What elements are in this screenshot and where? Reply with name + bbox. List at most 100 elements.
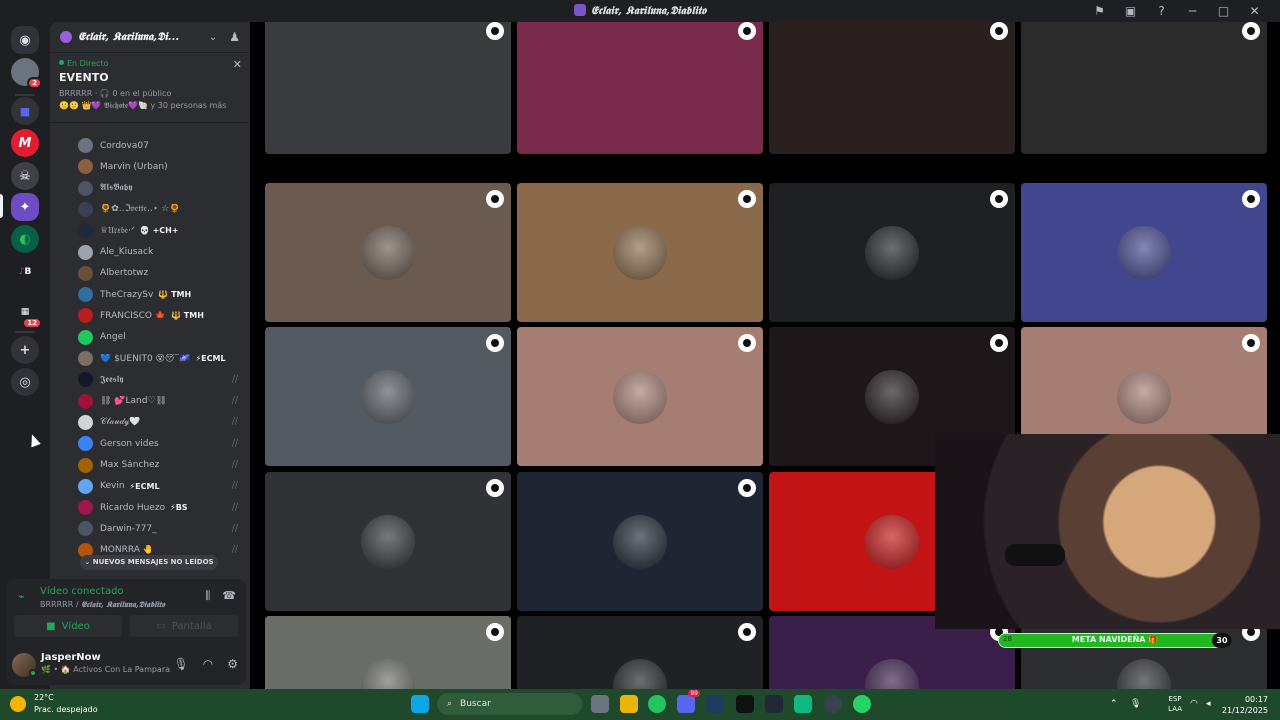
new-messages-button[interactable]: ⌄ NUEVOS MENSAJES NO LEÍDOS [80,555,218,570]
video-tile[interactable] [769,183,1015,322]
volume-icon[interactable]: ◂ [1206,699,1211,709]
pin-icon[interactable] [738,623,756,641]
server-active-icon[interactable]: ✦ [11,193,39,221]
goal-progress-bar: 28 META NAVIDEÑA 🎁 30 [998,633,1232,648]
search-box[interactable]: ⌕ Buscar [437,693,582,715]
list-item[interactable]: FRANCISCO 🍁 🔱 TMH [78,305,242,326]
video-tile[interactable] [265,472,511,611]
video-tile[interactable] [265,22,511,154]
pin-icon[interactable] [486,190,504,208]
list-item[interactable]: Albertotwz [78,263,242,284]
list-item[interactable]: Ricardo Huezo ⚡BS ⧸⧸ [78,497,242,518]
pin-icon[interactable] [486,479,504,497]
headphones-icon[interactable]: ◠ [203,657,213,671]
video-button[interactable]: ■ Vídeo [14,615,122,637]
screen-share-button[interactable]: ▭ Pantalla [130,615,238,637]
pin-icon[interactable] [738,190,756,208]
discord-home-icon[interactable]: ◉ [11,26,39,54]
maximize-button[interactable]: □ [1208,4,1239,18]
task-view-icon[interactable] [591,695,609,713]
list-item[interactable]: 🌻✿..ℑ𝔳𝔢𝔱𝔱𝔢..⋆ ☆🌻 [78,199,242,220]
video-tile[interactable] [1021,183,1267,322]
pin-icon[interactable] [738,479,756,497]
video-tile[interactable] [517,616,763,689]
monitor-icon[interactable]: ▣ [1115,4,1146,18]
video-tile[interactable] [265,616,511,689]
signal-icon[interactable]: ⌁ [18,590,25,603]
video-tile[interactable] [517,22,763,154]
pin-icon[interactable] [486,623,504,641]
tray-chevron-icon[interactable]: ⌃ [1110,699,1118,709]
microphone-icon[interactable]: 🎙 [174,657,189,671]
server-folder-2-icon[interactable]: ♪ B [11,258,39,286]
list-item[interactable]: 𝕬𝖑𝖘𝕭𝖆𝖇𝖞 [78,178,242,199]
steam-icon[interactable] [706,695,724,713]
file-explorer-icon[interactable] [620,695,638,713]
list-item[interactable]: 𝕵𝖊𝖊𝖘𝖑𝖞 ⧸⧸ [78,369,242,390]
pin-icon[interactable] [486,334,504,352]
minimize-button[interactable]: ─ [1177,4,1208,18]
noise-suppression-icon[interactable]: ⫼ [205,589,210,603]
video-tile[interactable] [265,183,511,322]
disconnect-icon[interactable]: ☎ [222,589,236,603]
wifi-icon[interactable]: ◠ [1190,699,1198,709]
explore-icon[interactable]: ◎ [11,368,39,396]
list-item[interactable]: Cordova07 [78,135,242,156]
help-icon[interactable]: ? [1146,4,1177,18]
server-header[interactable]: 𝕰𝖈𝖑𝖆𝖎𝖗, 𝕶𝖆𝖗𝖎𝖑𝖚𝖓𝖆,𝕯𝖎... ⌄ ♟ [50,22,250,53]
list-item[interactable]: Gerson vides ⧸⧸ [78,433,242,454]
server-skull-icon[interactable]: ☠ [11,162,39,190]
list-item[interactable]: 𝒞𝓁𝒶𝓊𝒹𝓎🤍 ⧸⧸ [78,412,242,433]
windows-start-icon[interactable] [411,695,429,713]
whatsapp-icon[interactable] [853,695,871,713]
pin-icon[interactable] [486,22,504,40]
add-server-icon[interactable]: + [11,336,39,364]
pin-icon[interactable] [738,334,756,352]
pin-icon[interactable] [990,190,1008,208]
server-mt-icon[interactable]: M [11,129,39,157]
pin-icon[interactable] [1242,334,1260,352]
list-item[interactable]: TheCrazySv 🔱 TMH [78,284,242,305]
list-item[interactable]: ♕𝔘𝔯𝔵𝔟𝔢·ᐟ 💀 +CH+ [78,220,242,241]
streaming-app-icon[interactable] [794,695,812,713]
video-tile[interactable] [265,327,511,466]
video-tile[interactable] [517,183,763,322]
close-icon[interactable]: ✕ [233,58,242,71]
close-button[interactable]: ✕ [1239,4,1270,18]
invite-people-icon[interactable]: ♟ [229,30,240,44]
list-item[interactable]: Angel [78,327,242,348]
video-tile[interactable] [517,472,763,611]
video-tile[interactable] [769,22,1015,154]
pin-icon[interactable] [738,22,756,40]
pin-icon[interactable] [1242,22,1260,40]
pin-icon[interactable] [990,334,1008,352]
list-item[interactable]: Max Sánchez ⧸⧸ [78,455,242,476]
mic-tray-icon[interactable]: 🎙 [1130,699,1141,709]
list-item[interactable]: ⛓ 💕Land♡⛓ ⧸⧸ [78,391,242,412]
list-item[interactable]: Kevin ⚡ECML ⧸⧸ [78,476,242,497]
folder-icon[interactable]: ■ [11,97,39,125]
pin-icon[interactable] [990,22,1008,40]
discord-taskbar-icon[interactable]: 99 [677,690,700,713]
chrome-icon[interactable] [648,695,666,713]
list-item[interactable]: 💙 $UEÑIT0 😵😴🌌 ⚡ECML [78,348,242,369]
live-event-card[interactable]: En Directo EVENTO BRRRRR · 🎧 0 en el púb… [50,53,250,123]
server-folder-3-icon[interactable]: ▦ 12 [11,298,42,329]
inbox-icon[interactable]: ⚑ [1084,4,1115,18]
app-icon[interactable] [765,695,783,713]
list-item[interactable]: Darwin-777_ ⧸⧸ [78,518,242,539]
obs-icon[interactable] [824,695,842,713]
tiktok-icon[interactable] [736,695,754,713]
pin-icon[interactable] [1242,190,1260,208]
server-green-icon[interactable]: ◐ [11,225,39,253]
voice-location[interactable]: BRRRRR / 𝕰𝖈𝖑𝖆𝖎𝖗, 𝕶𝖆𝖗𝖎𝖑𝖚𝖓𝖆,𝕯𝖎𝖆𝖇𝖑𝖎𝖙𝖔 [40,599,165,610]
list-item[interactable]: Ale_Kiusack [78,242,242,263]
video-tile[interactable] [1021,22,1267,154]
settings-gear-icon[interactable]: ⚙ [227,657,238,671]
clock[interactable]: 00:17 21/12/2025 [1222,694,1268,716]
list-item[interactable]: Marvin (Urban) [78,156,242,177]
language-indicator[interactable]: ESP LAA [1168,694,1182,714]
chevron-down-icon[interactable]: ⌄ [209,32,217,43]
video-tile[interactable] [517,327,763,466]
dm-avatar[interactable]: 2 [11,58,42,89]
